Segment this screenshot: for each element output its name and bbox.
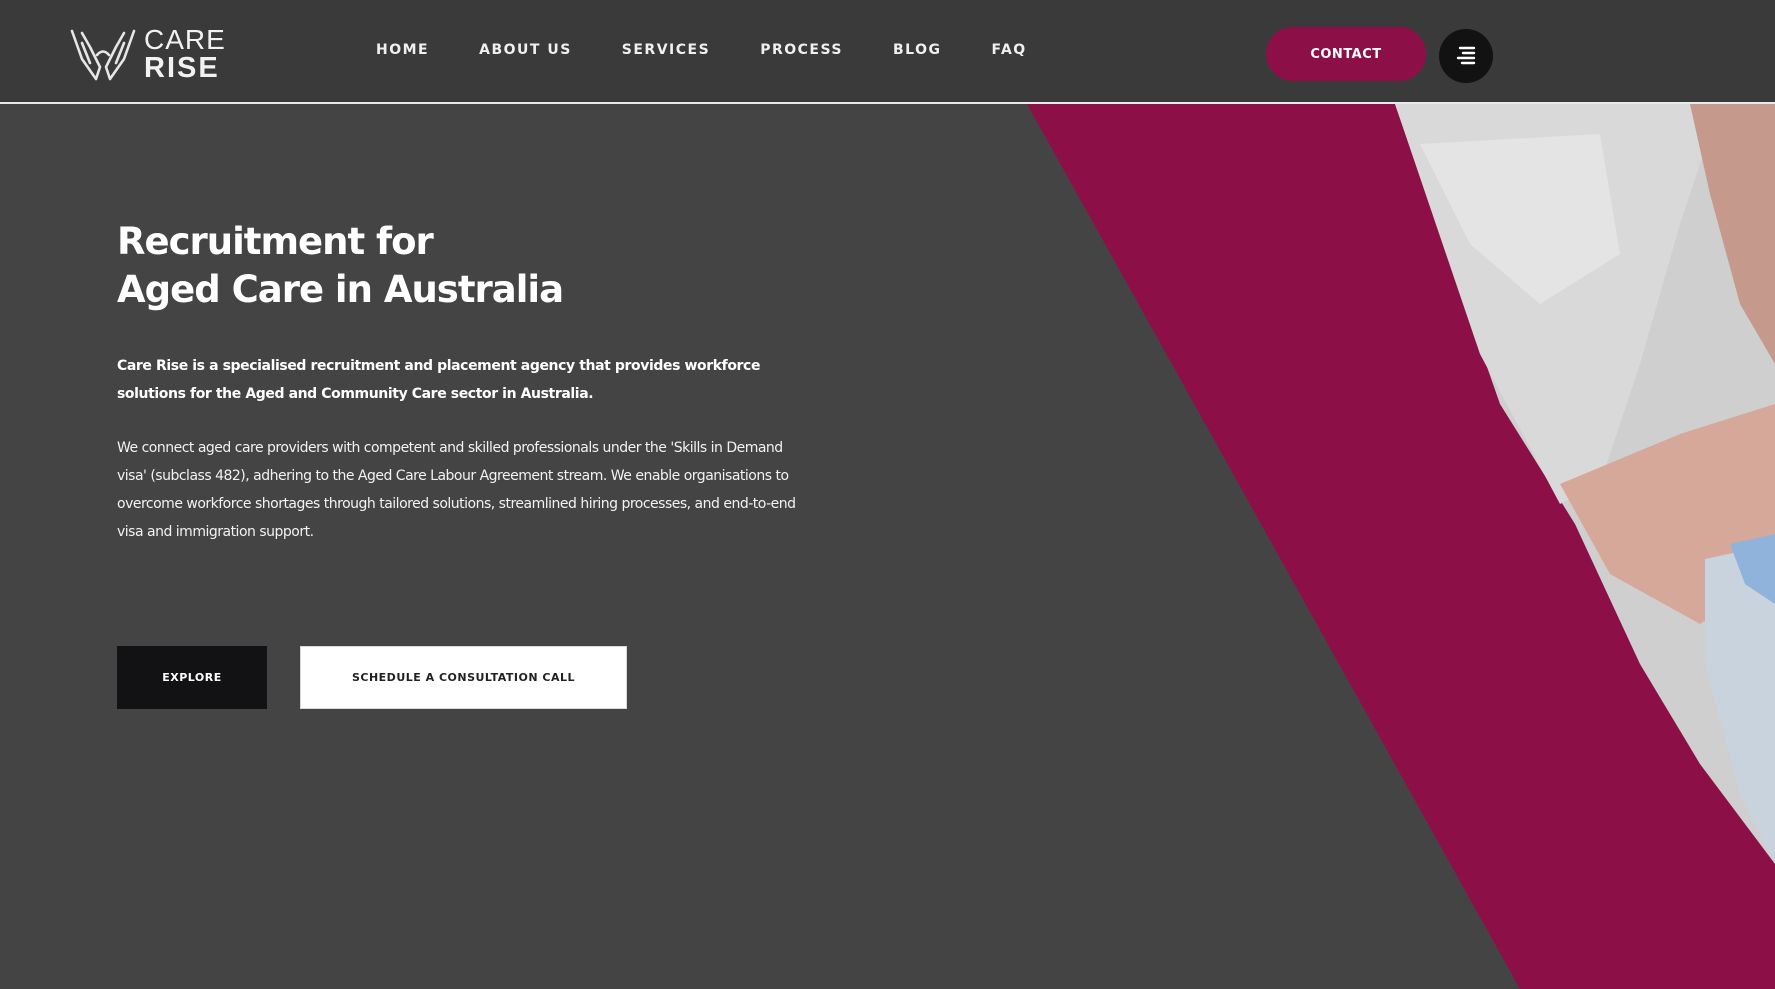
nav-item-services[interactable]: SERVICES bbox=[622, 38, 710, 62]
hero-title: Recruitment for Aged Care in Australia bbox=[117, 218, 797, 314]
schedule-consultation-button[interactable]: SCHEDULE A CONSULTATION CALL bbox=[300, 646, 627, 709]
hero-actions: EXPLORE SCHEDULE A CONSULTATION CALL bbox=[117, 646, 627, 709]
nav-item-blog[interactable]: BLOG bbox=[893, 38, 942, 62]
nav-item-faq[interactable]: FAQ bbox=[992, 38, 1027, 62]
logo-word-rise: RISE bbox=[144, 51, 220, 84]
header: CARE RISE HOME ABOUT US SERVICES PROCESS… bbox=[0, 0, 1775, 104]
logo-text: CARE RISE bbox=[144, 23, 226, 84]
menu-button[interactable] bbox=[1439, 29, 1493, 83]
hero-title-line-2: Aged Care in Australia bbox=[117, 268, 564, 311]
logo[interactable]: CARE RISE bbox=[68, 25, 226, 83]
hamburger-menu-icon bbox=[1456, 46, 1476, 65]
nav-item-home[interactable]: HOME bbox=[376, 38, 429, 62]
main-nav: HOME ABOUT US SERVICES PROCESS BLOG FAQ bbox=[376, 38, 1077, 62]
hero-section: Recruitment for Aged Care in Australia C… bbox=[117, 218, 797, 546]
hero-intro-paragraph: Care Rise is a specialised recruitment a… bbox=[117, 358, 761, 402]
logo-word-care: CARE bbox=[144, 23, 226, 55]
nav-item-process[interactable]: PROCESS bbox=[760, 38, 843, 62]
hero-title-line-1: Recruitment for bbox=[117, 220, 434, 263]
contact-button[interactable]: CONTACT bbox=[1266, 27, 1426, 81]
explore-button[interactable]: EXPLORE bbox=[117, 646, 267, 709]
hero-description-paragraph: We connect aged care providers with comp… bbox=[117, 440, 796, 540]
page: CARE RISE HOME ABOUT US SERVICES PROCESS… bbox=[0, 0, 1775, 989]
hands-icon bbox=[70, 29, 136, 81]
nav-item-about-us[interactable]: ABOUT US bbox=[479, 38, 572, 62]
